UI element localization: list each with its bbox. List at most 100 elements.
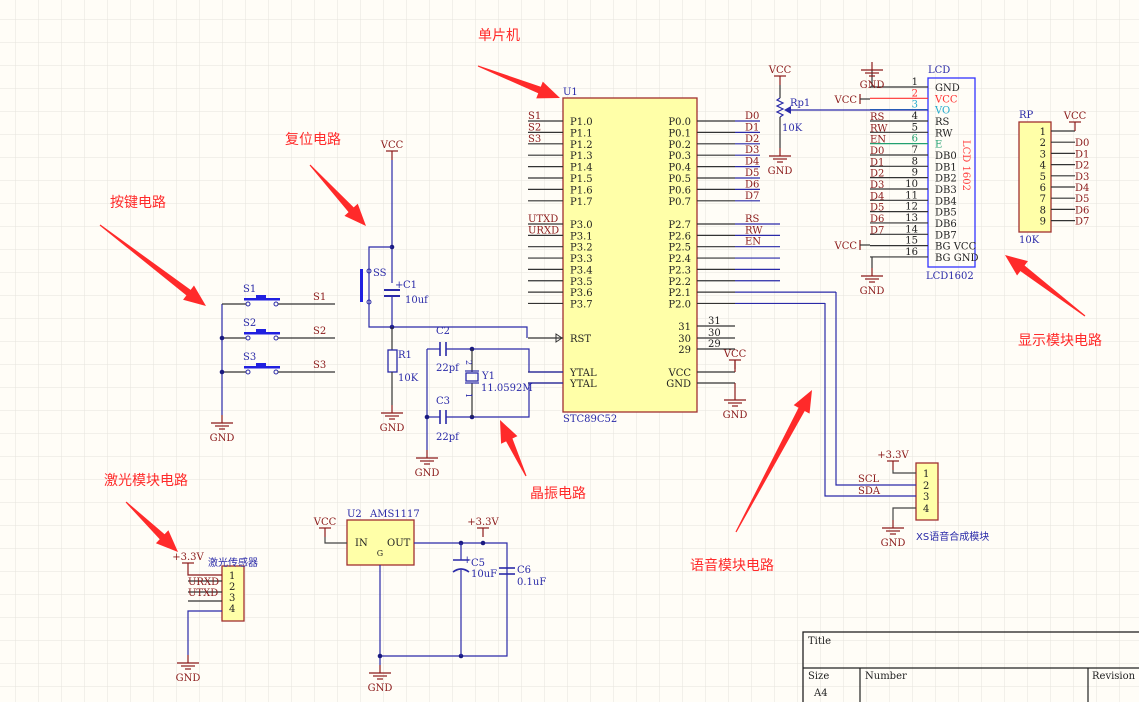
rp-pin-number: 1: [1040, 127, 1046, 138]
voice-module-label: XS语音合成模块: [916, 530, 989, 543]
ground-label: GND: [368, 683, 393, 694]
connector-pin-number: 2: [923, 481, 929, 492]
mcu-pin-name: P2.4: [668, 254, 691, 265]
switch-designator: S2: [243, 318, 256, 329]
net-label: 30: [708, 328, 721, 339]
mcu-pin-name: P3.2: [570, 243, 593, 254]
mcu-pin-name: P0.2: [668, 140, 691, 151]
rp1-designator: Rp1: [790, 98, 810, 109]
u2-part-number: AMS1117: [369, 509, 420, 520]
lcd-pin-number: 8: [912, 156, 918, 167]
lcd-pin-name: DB4: [935, 196, 957, 207]
c5-value: 10uF: [471, 569, 497, 580]
net-label: S2: [313, 326, 326, 337]
resistor-network-rp: [1018, 121, 1052, 233]
lcd-pin-number: 11: [905, 190, 918, 201]
mcu-pin-name: 29: [678, 345, 691, 356]
net-label-d0: D0: [745, 111, 759, 122]
rp-pin-number: 2: [1040, 138, 1046, 149]
ground-label: GND: [210, 433, 235, 444]
lcd-pin-number: 1: [912, 77, 918, 88]
power-label-vcc: VCC: [768, 65, 792, 76]
y1-designator: Y1: [481, 371, 495, 382]
mcu-pin-name: RST: [570, 334, 591, 345]
net-label: D3: [1075, 172, 1089, 183]
net-label-d2: D2: [870, 169, 884, 180]
c2-designator: C2: [436, 326, 450, 337]
power-label-vcc: VCC: [1063, 111, 1087, 122]
mcu-pin-name: YTAL: [569, 368, 597, 379]
title-block-number: Number: [865, 671, 907, 682]
net-label-utxd: UTXD: [528, 214, 558, 225]
net-label-d7: D7: [870, 225, 884, 236]
net-label-s3: S3: [528, 134, 541, 145]
lcd-pin-name: E: [935, 140, 942, 151]
connector-pin-number: 1: [229, 571, 235, 582]
lcd-pin-number: 14: [905, 224, 918, 235]
net-label: D4: [1075, 183, 1089, 194]
lcd-pin-name: BG VCC: [935, 242, 977, 253]
push-button-cap: [256, 295, 266, 299]
c3-value: 22pf: [436, 432, 460, 443]
mcu-pin-name: YTAL: [569, 379, 597, 390]
net-label-d5: D5: [745, 168, 759, 179]
mcu-pin-name: P1.5: [570, 174, 593, 185]
c1-designator: C1: [403, 280, 417, 291]
mcu-designator: U1: [563, 87, 578, 98]
ground-label: GND: [860, 80, 885, 91]
switch-designator: S3: [243, 352, 256, 363]
power-label-v33: +3.3V: [467, 517, 499, 528]
y1-pin-number: 1: [464, 393, 473, 398]
net-label-d6: D6: [870, 214, 884, 225]
lcd-pin-name: RW: [935, 128, 953, 139]
mcu-pin-name: P0.6: [668, 185, 691, 196]
net-label-d3: D3: [745, 145, 759, 156]
net-label-utxd: UTXD: [188, 588, 218, 599]
regulator-pin-out: OUT: [387, 538, 411, 549]
rp-pin-number: 9: [1040, 217, 1046, 228]
net-label-d4: D4: [745, 157, 759, 168]
lcd-part-number: LCD1602: [926, 271, 974, 282]
net-label: D7: [1075, 217, 1089, 228]
net-label: D5: [1075, 194, 1089, 205]
net-label-rw: RW: [745, 225, 763, 236]
net-label-scl: SCL: [858, 474, 880, 485]
rp-value: 10K: [1019, 235, 1040, 246]
net-label: D2: [1075, 161, 1089, 172]
ground-label: GND: [176, 673, 201, 684]
connector-pin-number: 2: [229, 582, 235, 593]
lcd-pin-name: RS: [935, 117, 950, 128]
net-label-d0: D0: [870, 146, 884, 157]
mcu-pin-name: P1.6: [570, 185, 593, 196]
mcu-pin-name: P2.5: [668, 243, 691, 254]
polarity-plus-icon: +: [395, 280, 403, 291]
regulator-pin-in: IN: [355, 538, 368, 549]
net-label-rs: RS: [870, 112, 885, 123]
lcd-pin-number: 16: [905, 247, 918, 258]
annotation-keys: 按键电路: [110, 195, 166, 211]
lcd-pin-name: GND: [935, 83, 960, 94]
connector-pin-number: 4: [923, 504, 929, 515]
lcd-pin-number: 2: [912, 88, 918, 99]
junction-dot: [219, 335, 225, 341]
lcd-pin-name: VCC: [934, 94, 958, 105]
push-button-cap: [256, 363, 266, 367]
mcu-pin-name: P0.1: [668, 128, 691, 139]
reset-switch-ss: [360, 269, 363, 302]
annotation-crystal: 晶振电路: [530, 486, 586, 502]
title-block-size-value: A4: [813, 688, 828, 699]
net-label: S1: [313, 292, 326, 303]
net-label: D0: [1075, 138, 1089, 149]
lcd-pin-name: DB5: [935, 208, 957, 219]
rp-pin-number: 6: [1040, 183, 1046, 194]
mcu-pin-name: P3.3: [570, 254, 593, 265]
title-block-revision: Revision: [1092, 671, 1136, 682]
ground-label: GND: [415, 468, 440, 479]
mcu-pin-name: P2.3: [668, 265, 691, 276]
switch-designator: S1: [243, 284, 256, 295]
c2-value: 22pf: [436, 363, 460, 374]
rp-designator: RP: [1019, 110, 1034, 121]
net-label-sda: SDA: [858, 486, 881, 497]
mcu-pin-name: 31: [678, 322, 691, 333]
mcu-pin-name: P3.1: [570, 231, 593, 242]
